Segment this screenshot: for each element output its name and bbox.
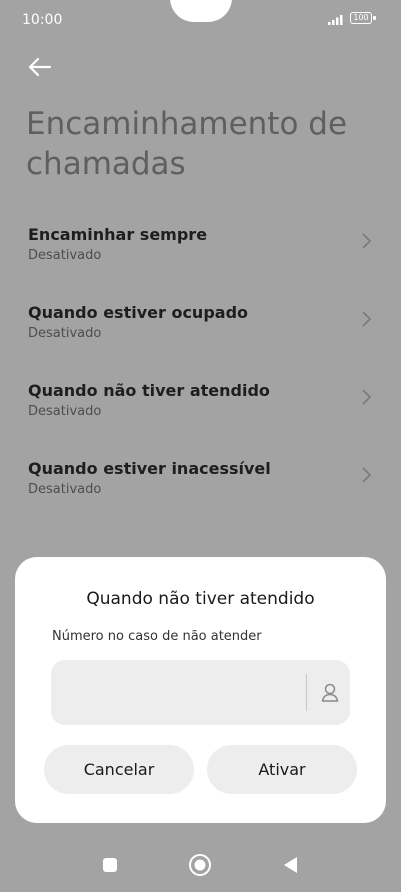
chevron-right-icon <box>362 233 372 249</box>
page-title: Encaminhamento de chamadas <box>26 106 348 182</box>
status-bar: 10:00 100 <box>0 0 401 44</box>
menu-item-label: Quando estiver inacessível <box>28 459 271 478</box>
menu-item-status: Desativado <box>28 482 102 497</box>
menu-item-no-answer[interactable]: Quando não tiver atendido Desativado <box>0 381 401 451</box>
circle-icon[interactable] <box>187 852 213 878</box>
menu-item-status: Desativado <box>28 326 102 341</box>
triangle-back-icon[interactable] <box>278 852 304 878</box>
field-divider <box>306 674 307 711</box>
menu-item-busy[interactable]: Quando estiver ocupado Desativado <box>0 303 401 373</box>
number-field-label: Número no caso de não atender <box>52 629 262 644</box>
battery-level: 100 <box>353 13 369 22</box>
person-icon[interactable] <box>316 679 344 707</box>
chevron-right-icon <box>362 467 372 483</box>
status-time: 10:00 <box>22 12 63 28</box>
battery-tip <box>373 16 376 20</box>
menu-item-label: Quando não tiver atendido <box>28 381 270 400</box>
battery-icon: 100 <box>350 12 376 24</box>
signal-icon <box>328 15 343 25</box>
forwarding-dialog: Quando não tiver atendido Número no caso… <box>15 557 386 823</box>
menu-item-label: Quando estiver ocupado <box>28 303 249 322</box>
camera-notch <box>170 0 232 22</box>
menu-item-status: Desativado <box>28 248 102 263</box>
back-button[interactable] <box>26 54 56 80</box>
number-field <box>51 660 350 727</box>
chevron-right-icon <box>362 311 372 327</box>
menu-item-status: Desativado <box>28 404 102 419</box>
menu-item-unreachable[interactable]: Quando estiver inacessível Desativado <box>0 459 401 529</box>
dialog-title: Quando não tiver atendido <box>86 589 315 609</box>
menu-item-label: Encaminhar sempre <box>28 225 208 244</box>
screen: 10:00 100 Encaminhamento de chamadas Enc… <box>0 0 401 892</box>
square-icon[interactable] <box>97 852 123 878</box>
navigation-bar <box>0 838 401 892</box>
chevron-right-icon <box>362 389 372 405</box>
cancel-button[interactable]: Cancelar <box>44 745 194 794</box>
number-input[interactable] <box>65 660 305 727</box>
activate-button[interactable]: Ativar <box>207 745 357 794</box>
menu-item-always[interactable]: Encaminhar sempre Desativado <box>0 225 401 295</box>
